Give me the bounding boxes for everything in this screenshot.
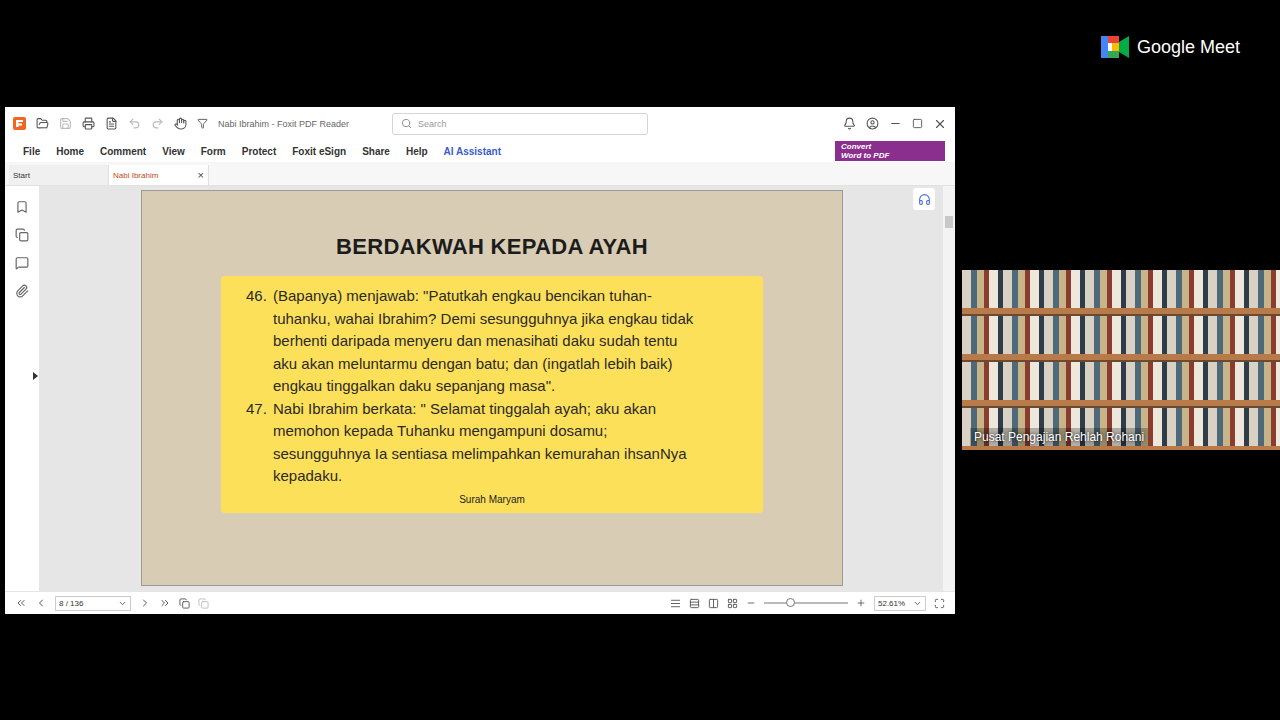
title-bar: Nabi Ibrahim - Foxit PDF Reader Search bbox=[5, 107, 955, 140]
verse-box: 46.(Bapanya) menjawab: "Patutkah engkau … bbox=[221, 276, 763, 513]
verse-line: sesungguhnya Ia sentiasa melimpahkan kem… bbox=[273, 443, 753, 466]
menu-item[interactable]: File bbox=[15, 146, 48, 157]
menu-item[interactable]: Protect bbox=[234, 146, 284, 157]
open-icon[interactable] bbox=[36, 117, 49, 130]
screen: Nabi Ibrahim - Foxit PDF Reader Search Fil… bbox=[0, 0, 1280, 720]
status-bar: 8 / 136 52.61% bbox=[5, 591, 955, 614]
facing-icon[interactable] bbox=[708, 598, 719, 609]
attachment-icon[interactable] bbox=[15, 284, 29, 298]
dropdown-icon bbox=[913, 599, 922, 608]
content: BERDAKWAH KEPADA AYAH 46.(Bapanya) menjaw… bbox=[5, 186, 955, 591]
verse-line: engkau tinggalkan daku sepanjang masa". bbox=[273, 375, 753, 398]
pdf-page: BERDAKWAH KEPADA AYAH 46.(Bapanya) menjaw… bbox=[141, 190, 843, 586]
previous-view-icon[interactable] bbox=[179, 598, 190, 609]
convert-line: Word to PDF bbox=[841, 151, 939, 160]
foxit-logo-icon bbox=[13, 117, 26, 130]
scroll-thumb[interactable] bbox=[945, 216, 953, 228]
tab[interactable]: Nabi Ibrahim × bbox=[109, 165, 209, 185]
last-page-icon[interactable] bbox=[159, 597, 171, 609]
search-icon bbox=[401, 118, 412, 129]
menu-item[interactable]: Comment bbox=[92, 146, 154, 157]
scrollbar[interactable] bbox=[943, 186, 955, 591]
convert-line: Convert bbox=[841, 142, 939, 151]
zoom-knob[interactable] bbox=[786, 598, 795, 607]
bell-icon[interactable] bbox=[843, 117, 856, 130]
undo-icon[interactable] bbox=[128, 117, 141, 130]
verse-line: Nabi Ibrahim berkata: " Selamat tinggala… bbox=[273, 398, 753, 421]
verse: 46.(Bapanya) menjawab: "Patutkah engkau … bbox=[246, 285, 753, 398]
page-indicator: 8 / 136 bbox=[59, 599, 83, 608]
verse-line: berhenti daripada menyeru dan menasihati… bbox=[273, 330, 753, 353]
verse-number: 46. bbox=[246, 285, 273, 398]
search-field[interactable]: Search bbox=[392, 113, 648, 135]
shared-screen: Nabi Ibrahim - Foxit PDF Reader Search Fil… bbox=[0, 0, 960, 720]
convert-badge[interactable]: ConvertWord to PDF bbox=[835, 141, 945, 161]
document-view: BERDAKWAH KEPADA AYAH 46.(Bapanya) menjaw… bbox=[40, 186, 943, 591]
tab-close[interactable]: × bbox=[198, 169, 204, 181]
bookmark-icon[interactable] bbox=[15, 200, 29, 214]
continuous-facing-icon[interactable] bbox=[727, 598, 738, 609]
menu-bar: FileHomeCommentViewFormProtectFoxit eSig… bbox=[5, 140, 955, 162]
participant-tile[interactable]: Pusat Pengajian Rehlah Rohani bbox=[962, 270, 1280, 450]
zoom-slider[interactable] bbox=[764, 602, 848, 604]
page-field[interactable]: 8 / 136 bbox=[55, 596, 131, 611]
single-page-icon[interactable] bbox=[670, 598, 681, 609]
zoom-out-icon[interactable] bbox=[746, 598, 756, 608]
menu-item[interactable]: View bbox=[154, 146, 193, 157]
tab-bar: Start Nabi Ibrahim × bbox=[5, 162, 955, 186]
tab[interactable]: Start bbox=[9, 165, 109, 185]
window-title: Nabi Ibrahim - Foxit PDF Reader bbox=[218, 119, 378, 129]
menu-item[interactable]: AI Assistant bbox=[436, 146, 509, 157]
assistant-button[interactable] bbox=[913, 188, 935, 210]
verse: 47.Nabi Ibrahim berkata: " Selamat tingg… bbox=[246, 398, 753, 488]
verse-line: kepadaku. bbox=[273, 465, 753, 488]
verse-line: (Bapanya) menjawab: "Patutkah engkau ben… bbox=[273, 285, 753, 308]
verse-line: aku akan meluntarmu dengan batu; dan (in… bbox=[273, 353, 753, 376]
meet-side: Google Meet Pusat Pengajian Rehlah Rohani bbox=[960, 0, 1280, 720]
zoom-field[interactable]: 52.61% bbox=[874, 596, 926, 611]
tab-label: Start bbox=[13, 171, 30, 180]
pdf-reader-window: Nabi Ibrahim - Foxit PDF Reader Search Fil… bbox=[5, 107, 955, 614]
menu-item[interactable]: Form bbox=[193, 146, 234, 157]
previous-page-icon[interactable] bbox=[35, 597, 47, 609]
comment-icon[interactable] bbox=[15, 256, 29, 270]
close-icon[interactable] bbox=[933, 117, 947, 131]
next-page-icon[interactable] bbox=[139, 597, 151, 609]
zoom-value: 52.61% bbox=[878, 599, 905, 608]
customize-icon[interactable] bbox=[197, 118, 208, 129]
next-view-icon[interactable] bbox=[198, 598, 209, 609]
google-meet-logo-icon bbox=[1101, 36, 1129, 58]
verse-line: tuhanku, wahai Ibrahim? Demi sesungguhny… bbox=[273, 308, 753, 331]
print-icon[interactable] bbox=[82, 117, 95, 130]
dropdown-icon bbox=[118, 599, 127, 608]
side-panel bbox=[5, 186, 40, 591]
zoom-in-icon[interactable] bbox=[856, 598, 866, 608]
verse-source: Surah Maryam bbox=[459, 494, 525, 505]
meet-logo: Google Meet bbox=[962, 0, 1280, 60]
tab-label: Nabi Ibrahim bbox=[113, 171, 158, 180]
fullscreen-icon[interactable] bbox=[934, 598, 945, 609]
save-icon[interactable] bbox=[59, 117, 72, 130]
user-icon[interactable] bbox=[866, 117, 879, 130]
participant-name: Pusat Pengajian Rehlah Rohani bbox=[970, 428, 1148, 446]
slide-title: BERDAKWAH KEPADA AYAH bbox=[336, 234, 648, 260]
maximize-icon[interactable] bbox=[912, 118, 923, 129]
redo-icon[interactable] bbox=[151, 117, 164, 130]
search-placeholder: Search bbox=[418, 119, 447, 129]
headset-icon bbox=[918, 193, 931, 206]
menu-item[interactable]: Home bbox=[48, 146, 92, 157]
pages-icon[interactable] bbox=[15, 228, 29, 242]
document-icon[interactable] bbox=[105, 117, 118, 130]
menu-item[interactable]: Help bbox=[398, 146, 436, 157]
expand-arrow-icon[interactable] bbox=[33, 372, 38, 380]
menu-item[interactable]: Foxit eSign bbox=[284, 146, 354, 157]
verse-number: 47. bbox=[246, 398, 273, 488]
meet-logo-text: Google Meet bbox=[1137, 37, 1240, 58]
verse-line: memohon kepada Tuhanku mengampuni dosamu… bbox=[273, 420, 753, 443]
continuous-icon[interactable] bbox=[689, 598, 700, 609]
minimize-icon[interactable] bbox=[889, 117, 902, 130]
first-page-icon[interactable] bbox=[15, 597, 27, 609]
menu-item[interactable]: Share bbox=[354, 146, 398, 157]
hand-icon[interactable] bbox=[174, 117, 187, 130]
